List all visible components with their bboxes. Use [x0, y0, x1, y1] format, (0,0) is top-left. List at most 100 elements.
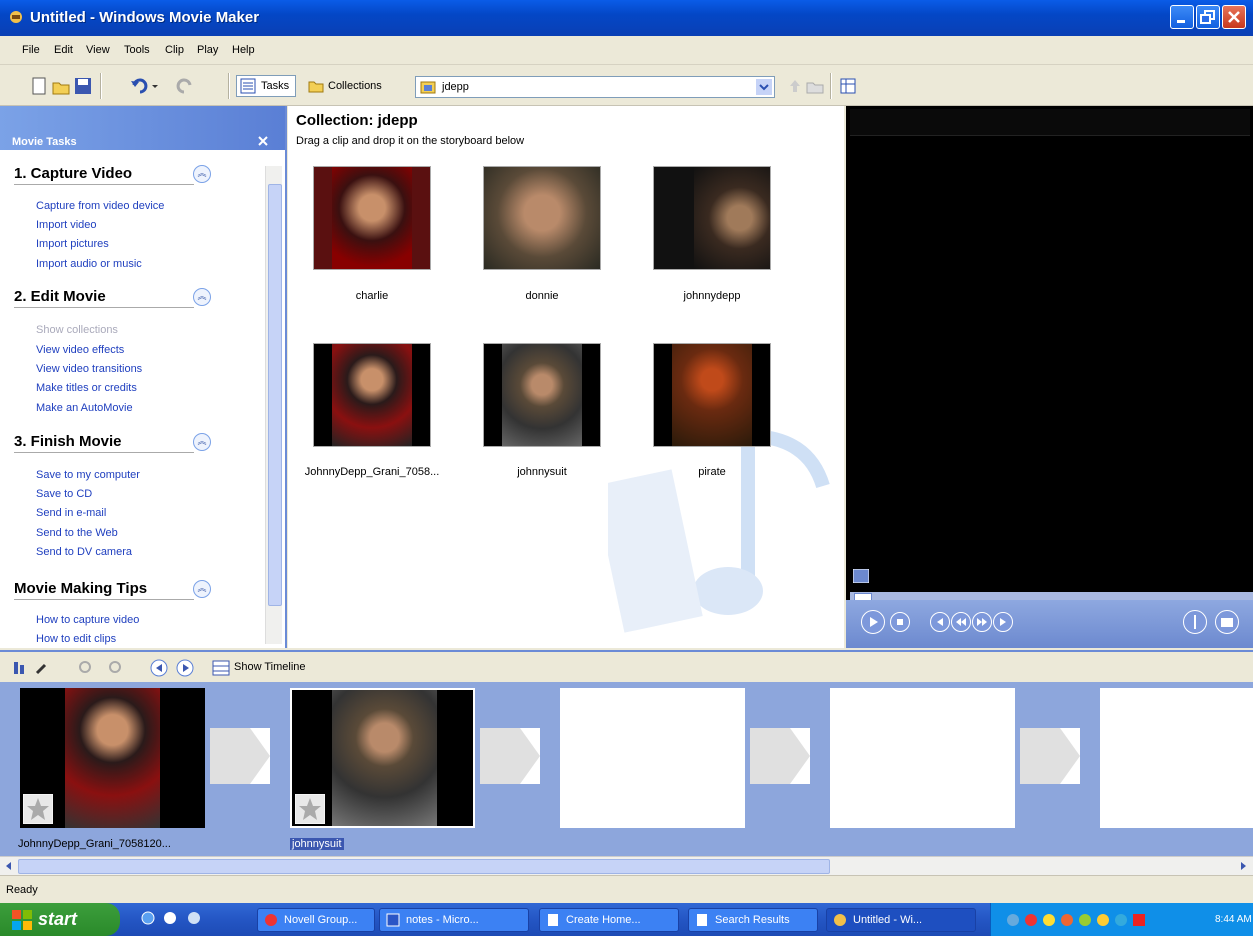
- section-finish-movie[interactable]: 3. Finish Movie: [14, 433, 194, 453]
- transition-slot[interactable]: [480, 728, 540, 784]
- section-edit-movie[interactable]: 2. Edit Movie: [14, 288, 194, 308]
- collapse-icon[interactable]: ︽: [193, 288, 211, 306]
- forward-button[interactable]: [972, 612, 992, 632]
- video-effect-star-icon[interactable]: [295, 794, 325, 824]
- tray-icons[interactable]: [1005, 912, 1175, 928]
- link-save-to-cd[interactable]: Save to CD: [36, 488, 92, 500]
- menu-clip[interactable]: Clip: [165, 44, 184, 56]
- stop-button[interactable]: [890, 612, 910, 632]
- menu-tools[interactable]: Tools: [124, 44, 150, 56]
- chevron-down-icon[interactable]: [756, 79, 772, 95]
- taskbar-button-novell[interactable]: Novell Group...: [257, 908, 375, 932]
- link-how-to-edit-clips[interactable]: How to edit clips: [36, 633, 116, 646]
- transition-slot[interactable]: [750, 728, 810, 784]
- clip-thumbnail[interactable]: [653, 166, 771, 270]
- undo-icon[interactable]: [130, 77, 148, 95]
- collapse-icon[interactable]: ︽: [193, 433, 211, 451]
- clip-label[interactable]: JohnnyDepp_Grani_7058...: [287, 466, 457, 478]
- clip-thumbnail[interactable]: [313, 343, 431, 447]
- clip-label[interactable]: pirate: [627, 466, 797, 478]
- play-storyboard-icon[interactable]: [176, 659, 194, 677]
- collapse-icon[interactable]: ︽: [193, 580, 211, 598]
- clip-thumbnail[interactable]: [483, 166, 601, 270]
- link-make-automovie[interactable]: Make an AutoMovie: [36, 402, 133, 414]
- rewind-button[interactable]: [951, 612, 971, 632]
- internet-explorer-icon[interactable]: [140, 910, 156, 926]
- restore-button[interactable]: [1196, 5, 1220, 29]
- taskbar-button-movie-maker[interactable]: Untitled - Wi...: [826, 908, 976, 932]
- start-button[interactable]: start: [0, 903, 120, 936]
- storyboard-clip[interactable]: [20, 688, 205, 828]
- scrollbar-thumb[interactable]: [18, 859, 830, 874]
- title-bar[interactable]: Untitled - Windows Movie Maker: [0, 0, 1253, 36]
- menu-play[interactable]: Play: [197, 44, 218, 56]
- link-import-pictures[interactable]: Import pictures: [36, 238, 109, 250]
- storyboard-empty-slot[interactable]: [1100, 688, 1253, 828]
- minimize-button[interactable]: [1170, 5, 1194, 29]
- menu-help[interactable]: Help: [232, 44, 255, 56]
- transition-slot[interactable]: [1020, 728, 1080, 784]
- undo-dropdown-icon[interactable]: [150, 77, 160, 95]
- link-make-titles[interactable]: Make titles or credits: [36, 382, 137, 394]
- transition-slot[interactable]: [210, 728, 270, 784]
- clip-label[interactable]: johnnysuit: [457, 466, 627, 478]
- clip-label[interactable]: donnie: [457, 290, 627, 302]
- clip-label[interactable]: johnnydepp: [627, 290, 797, 302]
- narrate-icon[interactable]: [34, 660, 50, 676]
- views-icon[interactable]: [840, 77, 858, 95]
- zoom-in-icon[interactable]: [78, 660, 94, 676]
- video-effect-star-icon[interactable]: [23, 794, 53, 824]
- set-audio-levels-icon[interactable]: [12, 660, 26, 676]
- section-capture-video[interactable]: 1. Capture Video: [14, 165, 194, 185]
- taskbar-button-notes[interactable]: notes - Micro...: [379, 908, 529, 932]
- tasks-button[interactable]: Tasks: [236, 75, 296, 97]
- taskbar-button-create-home[interactable]: Create Home...: [539, 908, 679, 932]
- collapse-icon[interactable]: ︽: [193, 165, 211, 183]
- link-import-audio[interactable]: Import audio or music: [36, 258, 142, 270]
- link-send-web[interactable]: Send to the Web: [36, 527, 118, 539]
- clip-label[interactable]: charlie: [287, 290, 457, 302]
- previous-frame-button[interactable]: [930, 612, 950, 632]
- preview-size-icon[interactable]: [853, 569, 869, 583]
- redo-icon[interactable]: [176, 77, 194, 95]
- storyboard-empty-slot[interactable]: [560, 688, 745, 828]
- menu-file[interactable]: File: [22, 44, 40, 56]
- open-icon[interactable]: [52, 77, 70, 95]
- new-icon[interactable]: [30, 77, 48, 95]
- media-player-icon[interactable]: [186, 910, 202, 926]
- zoom-out-icon[interactable]: [108, 660, 124, 676]
- desktop-icon[interactable]: [162, 910, 178, 926]
- take-picture-button[interactable]: [1215, 610, 1239, 634]
- section-movie-making-tips[interactable]: Movie Making Tips: [14, 580, 194, 600]
- storyboard-clip-label-selected[interactable]: johnnysuit: [290, 838, 344, 850]
- scrollbar-thumb[interactable]: [268, 184, 282, 606]
- link-send-email[interactable]: Send in e-mail: [36, 507, 106, 519]
- storyboard-empty-slot[interactable]: [830, 688, 1015, 828]
- close-button[interactable]: [1222, 5, 1246, 29]
- clip-thumbnail[interactable]: [653, 343, 771, 447]
- rewind-storyboard-icon[interactable]: [150, 659, 168, 677]
- collections-button[interactable]: Collections: [306, 75, 396, 97]
- save-icon[interactable]: [74, 77, 92, 95]
- clip-thumbnail[interactable]: [313, 166, 431, 270]
- close-pane-icon[interactable]: [258, 136, 268, 146]
- play-button[interactable]: [861, 610, 885, 634]
- storyboard-scrollbar[interactable]: [0, 856, 1253, 875]
- scroll-right-icon[interactable]: [1236, 859, 1250, 873]
- link-how-to-capture[interactable]: How to capture video: [36, 614, 139, 626]
- link-send-dv-camera[interactable]: Send to DV camera: [36, 546, 132, 558]
- link-view-video-effects[interactable]: View video effects: [36, 344, 124, 356]
- menu-view[interactable]: View: [86, 44, 110, 56]
- next-frame-button[interactable]: [993, 612, 1013, 632]
- split-clip-button[interactable]: [1183, 610, 1207, 634]
- scroll-left-icon[interactable]: [2, 859, 16, 873]
- new-collection-folder-icon[interactable]: [806, 77, 824, 95]
- link-save-to-computer[interactable]: Save to my computer: [36, 469, 140, 481]
- taskbar-button-search-results[interactable]: Search Results: [688, 908, 818, 932]
- storyboard-clip-selected[interactable]: [290, 688, 475, 828]
- tasks-scrollbar[interactable]: [265, 166, 282, 644]
- up-one-level-icon[interactable]: [786, 77, 804, 95]
- link-import-video[interactable]: Import video: [36, 219, 97, 231]
- collection-dropdown[interactable]: jdepp: [415, 76, 775, 98]
- clip-thumbnail[interactable]: [483, 343, 601, 447]
